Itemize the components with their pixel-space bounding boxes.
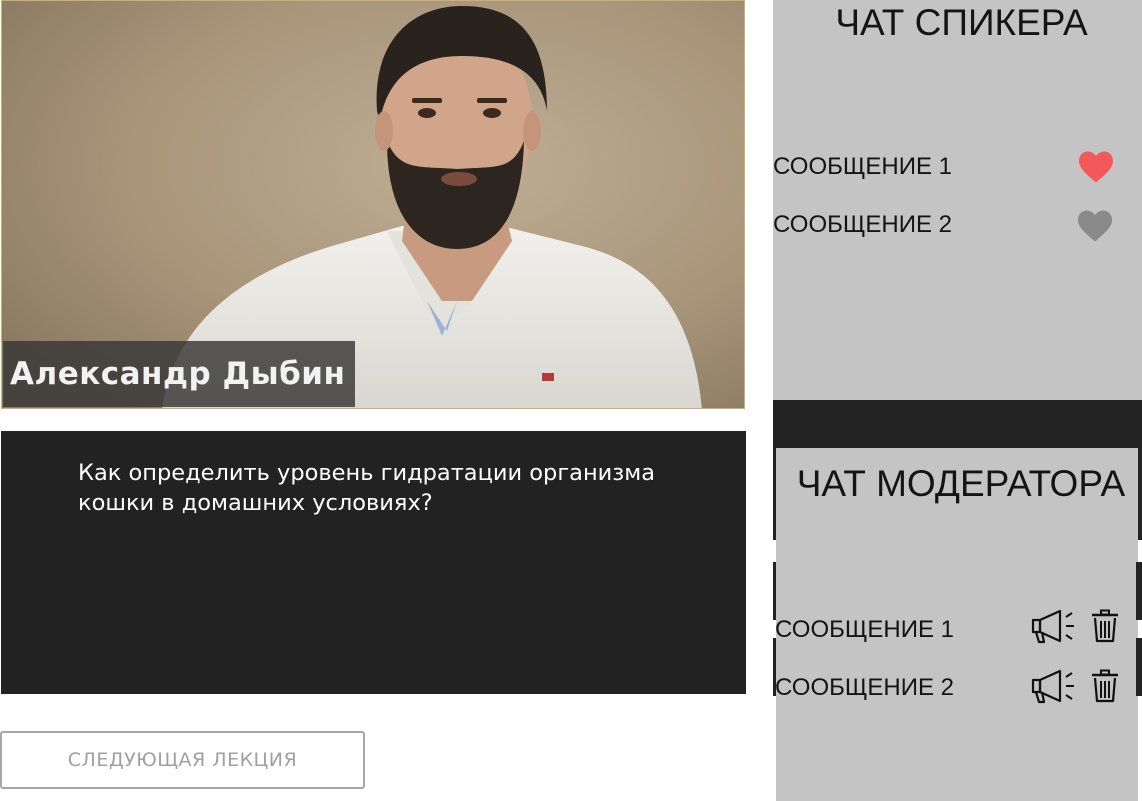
trash-icon[interactable]: [1090, 609, 1120, 643]
moderator-chat-message: СООБЩЕНИЕ 2: [775, 674, 955, 701]
chat-divider: [773, 400, 1142, 450]
speaker-chat-message: СООБЩЕНИЕ 1: [773, 153, 953, 180]
speaker-chat-title: ЧАТ СПИКЕРА: [835, 2, 1088, 43]
moderator-chat-message: СООБЩЕНИЕ 1: [775, 616, 955, 643]
megaphone-icon[interactable]: [1030, 608, 1076, 644]
speaker-name: Александр Дыбин: [10, 356, 346, 392]
moderator-chat-title: ЧАТ МОДЕРАТОРА: [796, 463, 1126, 504]
trash-icon[interactable]: [1090, 669, 1120, 703]
message-row-edge: [1136, 638, 1142, 696]
next-lecture-button[interactable]: СЛЕДУЮЩАЯ ЛЕКЦИЯ: [0, 731, 365, 789]
message-row-edge: [1136, 562, 1142, 620]
speaker-chat-message: СООБЩЕНИЕ 2: [773, 211, 953, 238]
message-row-edge: [773, 562, 776, 620]
megaphone-icon[interactable]: [1030, 668, 1076, 704]
heart-icon[interactable]: [1077, 150, 1115, 184]
question-text: Как определить уровень гидратации органи…: [78, 460, 656, 516]
speaker-chat-panel: [773, 0, 1142, 400]
heart-icon[interactable]: [1076, 209, 1114, 243]
